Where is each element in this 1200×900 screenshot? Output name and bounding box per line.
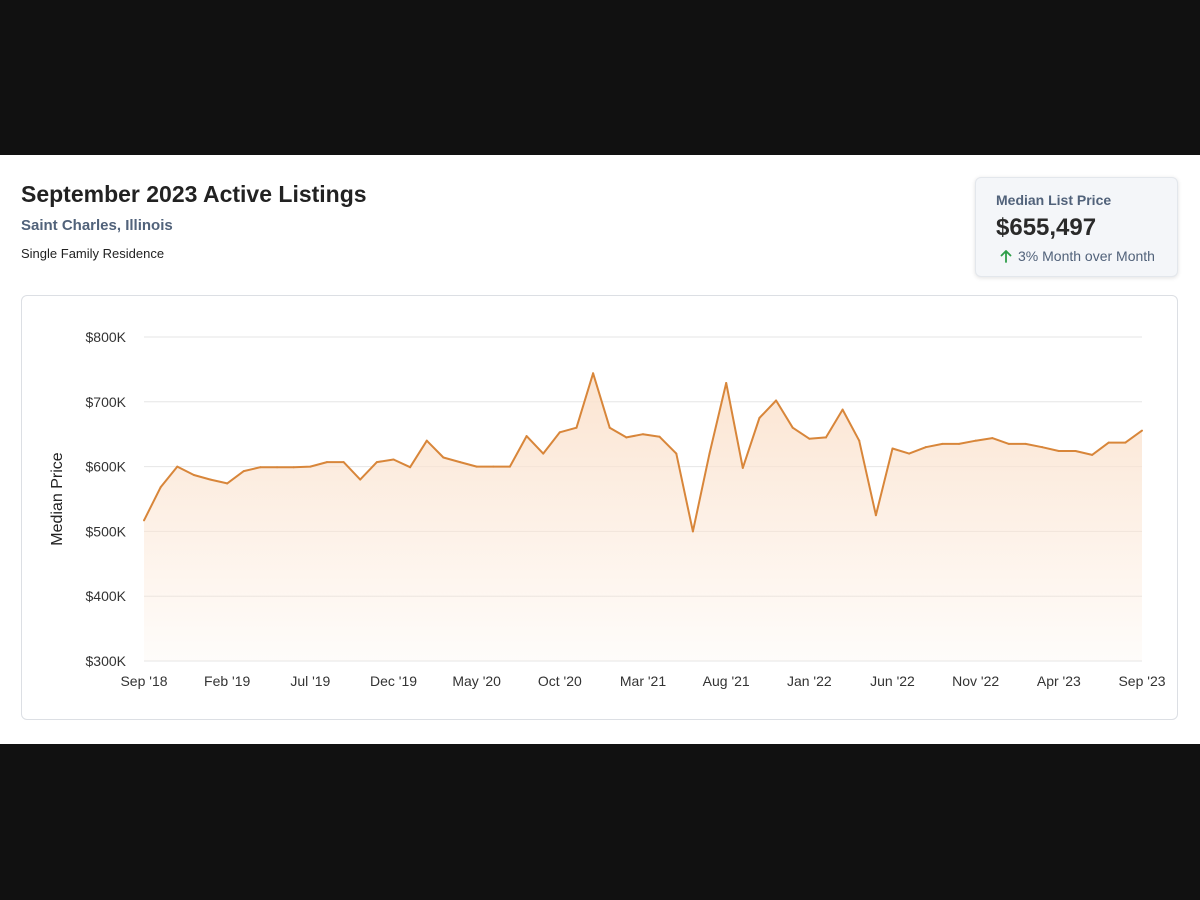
data-point — [841, 408, 844, 411]
data-point — [558, 431, 561, 434]
data-point — [325, 461, 328, 464]
y-tick-label: $800K — [86, 329, 127, 345]
x-tick-label: Nov '22 — [952, 673, 999, 689]
y-tick-label: $500K — [86, 523, 127, 539]
data-point — [1007, 442, 1010, 445]
data-point — [209, 478, 212, 481]
kpi-change-text: 3% Month over Month — [1018, 248, 1155, 264]
x-tick-label: Jul '19 — [290, 673, 330, 689]
data-point — [143, 519, 145, 522]
kpi-value: $655,497 — [996, 214, 1097, 241]
data-point — [708, 452, 711, 455]
x-tick-label: Jan '22 — [787, 673, 832, 689]
x-tick-label: Sep '23 — [1118, 673, 1165, 689]
x-tick-label: Jun '22 — [870, 673, 915, 689]
x-tick-label: Sep '18 — [120, 673, 167, 689]
data-point — [1024, 442, 1027, 445]
x-tick-label: May '20 — [452, 673, 501, 689]
data-point — [159, 486, 162, 489]
data-point — [442, 456, 445, 459]
x-tick-label: Dec '19 — [370, 673, 417, 689]
data-point — [459, 461, 462, 464]
x-tick-label: Apr '23 — [1037, 673, 1081, 689]
data-point — [1041, 446, 1044, 449]
data-point — [409, 466, 412, 469]
data-point — [924, 446, 927, 449]
data-point — [691, 530, 694, 533]
median-price-card: Median List Price $655,497 3% Month over… — [975, 177, 1178, 277]
data-point — [242, 470, 245, 473]
data-point — [1141, 429, 1143, 432]
data-point — [1124, 441, 1127, 444]
data-point — [375, 461, 378, 464]
chart-svg: $300K $400K $500K $600K $700K $800K Sep '18 Fe… — [49, 329, 1166, 689]
location-label: Saint Charles, Illinois — [21, 217, 173, 234]
data-point — [974, 439, 977, 442]
data-point — [1107, 441, 1110, 444]
data-point — [359, 478, 362, 481]
x-axis-ticks: Sep '18 Feb '19 Jul '19 Dec '19 May '20 Oct '… — [120, 673, 1165, 689]
y-tick-label: $300K — [86, 653, 127, 669]
data-point — [309, 465, 312, 468]
x-tick-label: Oct '20 — [538, 673, 582, 689]
data-point — [259, 466, 262, 469]
data-point — [475, 465, 478, 468]
data-point — [276, 466, 279, 469]
price-chart: $300K $400K $500K $600K $700K $800K Sep '18 Fe… — [21, 295, 1178, 720]
data-point — [425, 439, 428, 442]
data-point — [625, 436, 628, 439]
data-point — [192, 474, 195, 477]
arrow-up-icon — [1000, 250, 1012, 263]
y-axis-label: Median Price — [49, 452, 66, 545]
y-tick-label: $700K — [86, 394, 127, 410]
data-point — [941, 442, 944, 445]
y-tick-label: $400K — [86, 588, 127, 604]
data-point — [508, 465, 511, 468]
data-point — [741, 466, 744, 469]
data-point — [608, 426, 611, 429]
price-area — [144, 373, 1142, 661]
data-point — [908, 452, 911, 455]
y-axis-ticks: $300K $400K $500K $600K $700K $800K — [86, 329, 127, 669]
kpi-change: 3% Month over Month — [998, 248, 1155, 264]
data-point — [492, 465, 495, 468]
property-type-label: Single Family Residence — [21, 246, 165, 261]
x-tick-label: Feb '19 — [204, 673, 250, 689]
data-point — [292, 466, 295, 469]
data-point — [791, 426, 794, 429]
data-point — [592, 372, 595, 375]
data-point — [226, 482, 229, 485]
data-point — [808, 437, 811, 440]
data-point — [675, 452, 678, 455]
data-point — [824, 436, 827, 439]
data-point — [725, 382, 728, 385]
data-point — [958, 442, 961, 445]
data-point — [575, 426, 578, 429]
data-point — [874, 514, 877, 517]
data-point — [775, 399, 778, 402]
kpi-label: Median List Price — [996, 192, 1112, 208]
data-point — [525, 435, 528, 438]
data-point — [758, 417, 761, 419]
y-tick-label: $600K — [86, 459, 127, 475]
data-point — [991, 437, 994, 440]
data-point — [658, 435, 661, 438]
data-point — [858, 439, 861, 442]
page-title: September 2023 Active Listings — [21, 181, 367, 207]
data-point — [392, 458, 395, 461]
data-point — [642, 433, 644, 436]
data-point — [1057, 450, 1060, 453]
listing-panel: September 2023 Active Listings Saint Cha… — [0, 155, 1200, 744]
data-point — [1074, 450, 1077, 453]
data-point — [176, 465, 179, 468]
data-point — [891, 447, 894, 450]
x-tick-label: Mar '21 — [620, 673, 666, 689]
x-tick-label: Aug '21 — [703, 673, 750, 689]
data-point — [542, 452, 545, 455]
data-point — [1091, 453, 1094, 456]
data-point — [342, 461, 345, 464]
